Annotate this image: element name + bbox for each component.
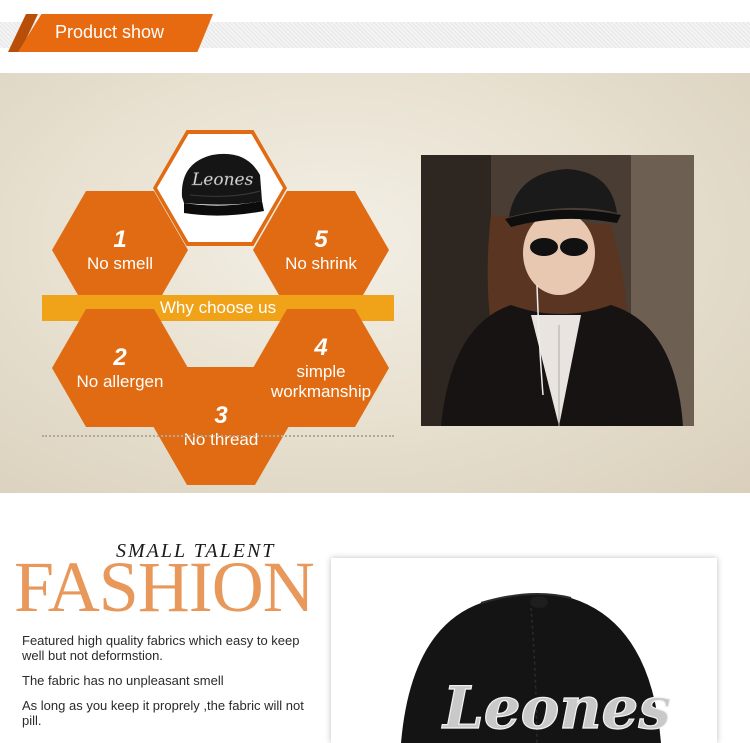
feature-number: 4: [314, 334, 328, 361]
description-paragraph: The fabric has no unpleasant smell: [22, 673, 224, 688]
feature-label: No smell: [86, 254, 154, 273]
feature-banner: Leones 1 No smell 5 No shrink Why choose…: [0, 73, 750, 493]
cap-thumbnail-image: Leones: [181, 153, 264, 216]
feature-number: 2: [113, 344, 127, 371]
feature-label: No allergen: [76, 372, 164, 391]
feature-label: No thread: [183, 430, 259, 449]
section-title: Product show: [55, 22, 165, 42]
feature-label: No shrink: [285, 254, 357, 273]
svg-text:Leones: Leones: [191, 170, 254, 190]
cap-large-image: Leones: [331, 558, 717, 743]
product-image-panel: Leones: [331, 558, 717, 743]
model-photo: [421, 155, 694, 426]
fashion-headline: FASHION: [14, 547, 315, 627]
feature-number: 3: [214, 402, 228, 429]
feature-number: 5: [314, 226, 328, 253]
svg-text:Leones: Leones: [441, 674, 671, 742]
feature-label: simple workmanship: [270, 362, 372, 401]
description-paragraph: As long as you keep it proprely ,the fab…: [22, 698, 304, 728]
description-paragraph: Featured high quality fabrics which easy…: [22, 633, 300, 663]
divider: [42, 435, 394, 437]
feature-number: 1: [113, 226, 127, 253]
model-illustration: [421, 155, 694, 426]
